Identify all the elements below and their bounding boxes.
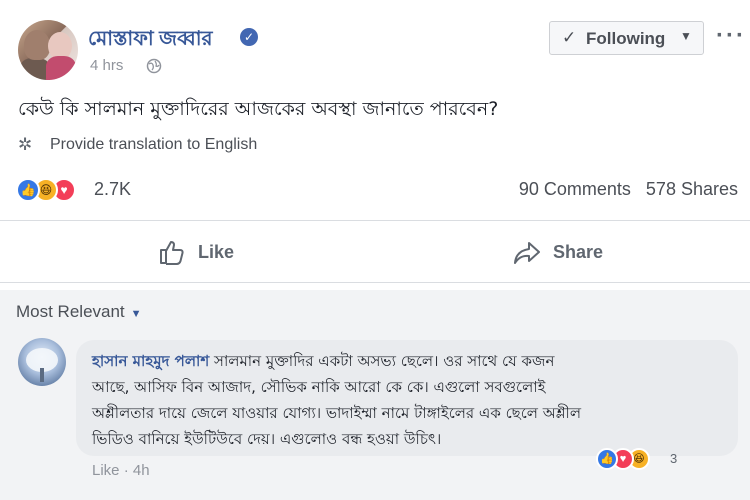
comment-text: অশ্লীলতার দায়ে জেলে যাওয়ার যোগ্য। ভাদা… [92,404,581,422]
divider [0,220,750,221]
comment-like-link[interactable]: Like [92,462,120,479]
following-button[interactable]: ✓ Following ▼ [549,21,704,55]
post-timestamp[interactable]: 4 hrs [90,57,123,74]
like-reaction-icon: 👍 [596,448,618,470]
post-card: মোস্তাফা জব্বার ✓ 4 hrs ✓ Following ▼ ··… [0,0,750,290]
share-label: Share [553,242,604,262]
post-stats: 90 Comments 578 Shares [509,179,738,200]
reaction-summary[interactable]: 👍 😆 ♥ 2.7K [16,178,156,202]
comment-text: সালমান মুক্তাদির একটা অসভ্য ছেলে। ওর সাথ… [214,352,555,370]
like-button[interactable]: Like [158,238,258,268]
comment-text: আছে, আসিফ বিন আজাদ, সৌভিক নাকি আরো কে কে… [92,378,546,396]
checkmark-icon: ✓ [562,28,577,47]
comment-line: হাসান মাহমুদ পলাশ সালমান মুক্তাদির একটা … [92,350,554,375]
commenter-name[interactable]: হাসান মাহমুদ পলাশ [92,352,209,370]
commenter-avatar[interactable] [18,338,66,386]
comment-reaction-summary[interactable]: 👍 ♥ 😆 3 [596,446,696,474]
post-text: কেউ কি সালমান মুক্তাদিরের আজকের অবস্থা জ… [18,98,499,120]
like-label: Like [198,242,235,262]
author-name[interactable]: মোস্তাফা জব্বার [88,24,213,57]
comment-reaction-count: 3 [670,451,678,466]
translate-label: Provide translation to English [50,136,258,153]
comment-bubble: হাসান মাহমুদ পলাশ সালমান মুক্তাদির একটা … [76,340,738,456]
caret-down-icon: ▼ [680,29,692,43]
comment-text: ভিডিও বানিয়ে ইউটিউবে দেয়। এগুলোও বন্ধ … [92,430,442,448]
comment-actions: Like · 4h [92,462,150,479]
globe-icon [146,58,162,74]
comment-time[interactable]: 4h [133,462,150,479]
share-button[interactable]: Share [513,238,623,268]
comment-sort-dropdown[interactable]: Most Relevant ▼ [16,302,142,322]
reaction-count: 2.7K [94,179,132,199]
separator-dot: · [123,462,129,479]
share-arrow-icon [514,242,540,264]
more-options-icon[interactable]: ··· [716,22,746,50]
sort-label: Most Relevant [16,302,125,321]
gear-icon: ✲ [18,135,33,154]
author-avatar[interactable] [18,20,78,80]
caret-down-icon: ▼ [130,308,142,320]
following-label: Following [586,29,666,48]
thumbs-up-icon [160,241,184,265]
like-reaction-icon: 👍 [16,178,40,202]
divider [0,282,750,283]
verified-badge-icon: ✓ [240,28,258,46]
comments-count-link[interactable]: 90 Comments [519,179,631,199]
shares-count-link[interactable]: 578 Shares [646,179,738,199]
